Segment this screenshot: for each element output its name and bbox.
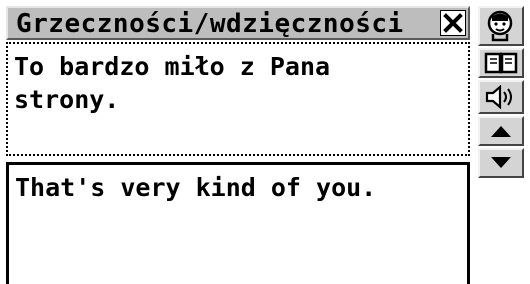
dictionary-window: Grzeczności/wdzięczności To bardzo miło … xyxy=(0,0,530,284)
source-text-panel[interactable]: To bardzo miło z Pana strony. xyxy=(6,42,470,156)
arrow-down-icon xyxy=(491,157,511,168)
translation-text-panel[interactable]: That's very kind of you. xyxy=(6,162,470,284)
title-bar: Grzeczności/wdzięczności xyxy=(6,6,470,40)
window-title: Grzeczności/wdzięczności xyxy=(16,9,404,39)
arrow-up-icon xyxy=(491,126,511,137)
speaker-head-icon xyxy=(487,10,513,42)
dictionary-button[interactable] xyxy=(478,48,524,78)
book-icon xyxy=(484,52,518,74)
close-icon xyxy=(443,13,463,33)
sound-icon xyxy=(485,85,512,109)
source-phrase: To bardzo miło z Pana strony. xyxy=(14,52,331,114)
action-sidebar xyxy=(478,6,526,178)
scroll-up-button[interactable] xyxy=(478,116,524,146)
translated-phrase: That's very kind of you. xyxy=(15,173,377,202)
pronounce-button[interactable] xyxy=(478,80,524,114)
speak-phrase-button[interactable] xyxy=(478,6,524,46)
close-button[interactable] xyxy=(440,10,466,36)
scroll-down-button[interactable] xyxy=(478,148,524,178)
